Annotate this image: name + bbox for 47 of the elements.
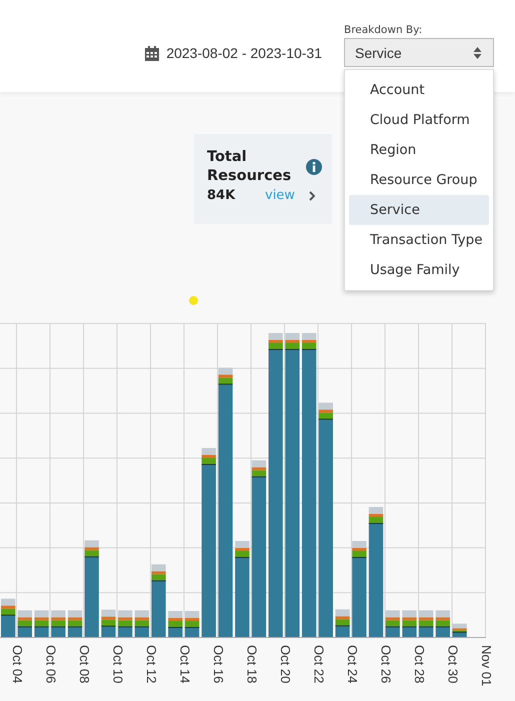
dropdown-option[interactable]: Usage Family [349, 255, 489, 285]
dropdown-option[interactable]: Cloud Platform [349, 105, 489, 135]
stacked-bar [68, 610, 82, 637]
x-axis-label: Oct 08 [77, 645, 92, 684]
x-axis-label: Oct 14 [178, 645, 192, 684]
stacked-bar [101, 610, 116, 637]
dropdown-option[interactable]: Service [349, 195, 489, 225]
cursor-dot [189, 296, 198, 305]
stacked-bar [1, 598, 16, 637]
stacked-bar [386, 610, 400, 637]
stacked-bar [419, 610, 434, 637]
x-axis-label: Oct 26 [378, 645, 394, 684]
stacked-bar [184, 611, 200, 637]
x-axis-label: Oct 30 [446, 645, 460, 684]
stacked-bar [452, 624, 467, 637]
x-axis-label: Oct 20 [278, 645, 293, 684]
stacked-bar [436, 610, 450, 637]
x-axis-label: Oct 16 [211, 645, 226, 684]
x-axis-label: Oct 28 [412, 645, 427, 684]
stacked-bar [134, 610, 150, 637]
x-axis-label: Oct 12 [144, 645, 159, 684]
x-axis-label: Oct 22 [312, 645, 326, 684]
sort-caret-icon [473, 46, 482, 60]
x-axis-label: Oct 24 [345, 645, 360, 684]
dropdown-option[interactable]: Account [349, 75, 489, 105]
card-title: Total Resources [207, 148, 292, 186]
breakdown-label: Breakdown By: [344, 24, 424, 36]
breakdown-select[interactable]: Service [344, 38, 494, 67]
stacked-bar [118, 610, 132, 637]
stacked-bar [18, 610, 32, 637]
dropdown-option[interactable]: Resource Group [349, 165, 489, 195]
chevron-right-icon[interactable] [308, 190, 315, 200]
calendar-icon [145, 46, 160, 60]
stacked-bar [168, 611, 182, 637]
stacked-bar [34, 610, 49, 637]
dropdown-option[interactable]: Transaction Type [349, 225, 489, 255]
x-axis-label: Oct 04 [10, 645, 25, 684]
stacked-bar [335, 609, 350, 637]
info-icon[interactable] [306, 159, 322, 175]
stacked-bar [402, 610, 417, 637]
dropdown-option[interactable]: Region [349, 135, 489, 165]
x-axis-label: Nov 01 [479, 645, 494, 686]
stacked-bar [51, 610, 66, 637]
x-axis-label: Oct 18 [244, 645, 260, 684]
x-axis-label: Oct 06 [44, 645, 58, 684]
x-axis-label: Oct 10 [110, 645, 126, 684]
card-value: 84K [207, 188, 236, 203]
